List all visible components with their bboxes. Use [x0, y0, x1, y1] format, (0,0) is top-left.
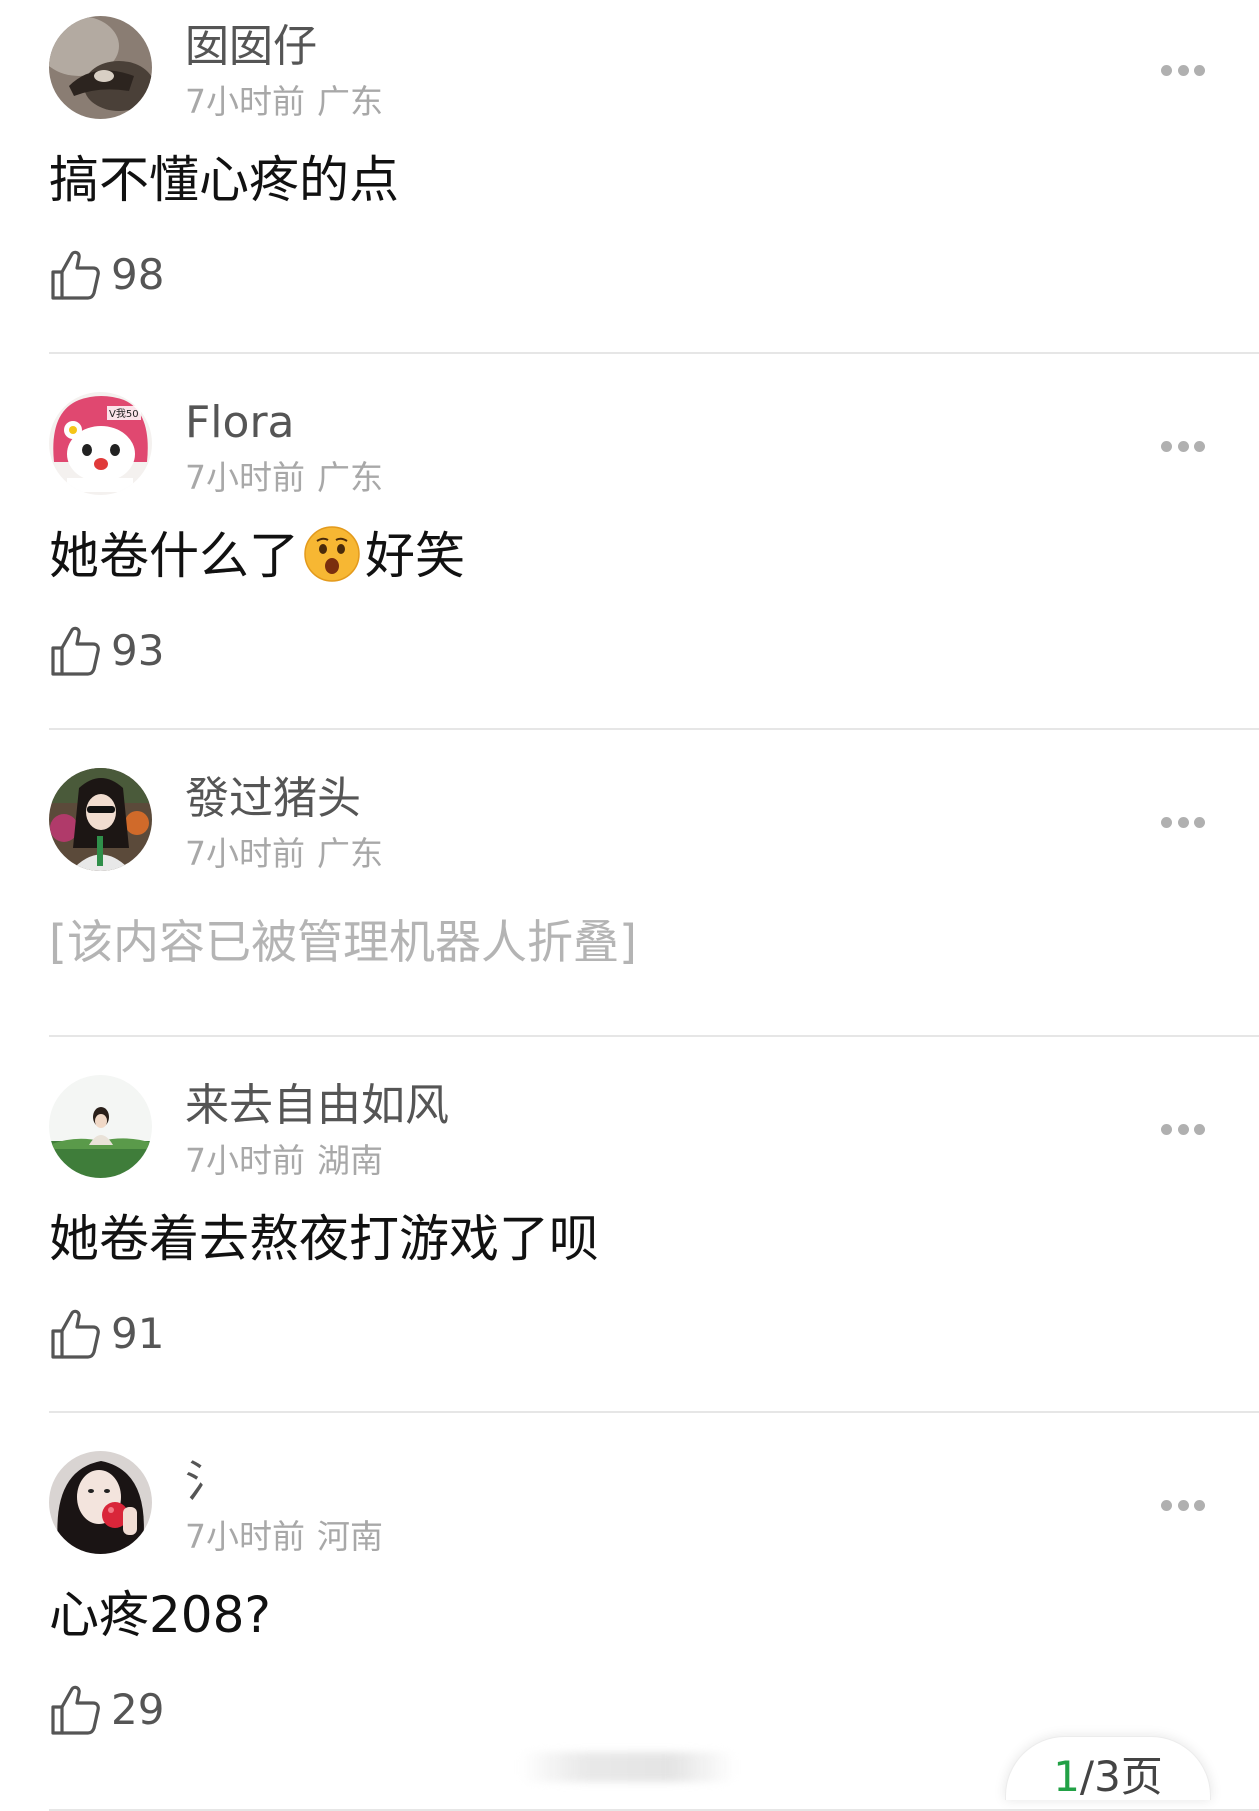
more-icon-dot — [1177, 64, 1189, 76]
comment-item: V我50 Flora 7小时前 广东 她卷什么了 好笑 93 — [0, 376, 1259, 752]
more-options-button[interactable] — [1145, 804, 1221, 840]
location: 河南 — [317, 1517, 383, 1556]
timestamp: 7小时前 — [185, 1141, 305, 1180]
avatar-badge-text: V我50 — [109, 408, 139, 420]
comment-text: 搞不懂心疼的点 — [49, 151, 399, 209]
avatar[interactable] — [49, 768, 152, 871]
location: 广东 — [317, 82, 383, 121]
divider — [49, 1035, 1259, 1037]
like-button[interactable]: 93 — [49, 622, 164, 680]
more-icon — [1161, 64, 1172, 76]
more-icon — [1161, 816, 1172, 828]
more-icon — [1161, 1499, 1172, 1511]
comment-text-part: 她卷什么了 — [49, 527, 299, 585]
username[interactable]: 囡囡仔 — [185, 18, 317, 76]
more-icon-dot — [1177, 816, 1189, 828]
thumbs-up-icon — [51, 1309, 100, 1359]
current-page: 1 — [1053, 1752, 1080, 1800]
location: 广东 — [317, 458, 383, 497]
comment-text: 她卷着去熬夜打游戏了呗 — [49, 1210, 599, 1268]
avatar[interactable] — [49, 1451, 152, 1554]
location: 广东 — [317, 834, 383, 873]
more-options-button[interactable] — [1145, 428, 1221, 464]
more-icon-dot — [1194, 1123, 1205, 1135]
comment-meta: 7小时前 湖南 — [185, 1139, 383, 1183]
divider — [49, 728, 1259, 730]
thumbs-up-icon — [51, 250, 100, 300]
scroll-indicator — [520, 1752, 735, 1782]
comment-list: 囡囡仔 7小时前 广东 搞不懂心疼的点 98 V我50 Flora 7小时前 广… — [0, 0, 1259, 1811]
avatar-photo-dark-icon — [49, 16, 152, 119]
like-button[interactable]: 98 — [49, 246, 164, 304]
page-indicator-button[interactable]: 1/3页 — [1005, 1736, 1211, 1800]
like-count: 91 — [111, 1309, 165, 1358]
comment-item: 来去自由如风 7小时前 湖南 她卷着去熬夜打游戏了呗 91 — [0, 1059, 1259, 1435]
like-count: 98 — [111, 250, 165, 299]
more-options-button[interactable] — [1145, 1487, 1221, 1523]
avatar-grass-girl-icon — [49, 1075, 152, 1178]
like-button[interactable]: 91 — [49, 1305, 164, 1363]
avatar[interactable]: V我50 — [49, 392, 152, 495]
username[interactable]: 發过猪头 — [185, 770, 361, 828]
timestamp: 7小时前 — [185, 834, 305, 873]
divider — [49, 1411, 1259, 1413]
more-icon — [1161, 1123, 1172, 1135]
divider — [49, 352, 1259, 354]
avatar-my-melody-icon: V我50 — [49, 392, 152, 495]
like-button[interactable]: 29 — [49, 1681, 164, 1739]
thumbs-up-icon — [51, 626, 100, 676]
more-icon-dot — [1177, 440, 1189, 452]
comment-item: 囡囡仔 7小时前 广东 搞不懂心疼的点 98 — [0, 0, 1259, 376]
more-icon-dot — [1194, 440, 1205, 452]
like-count: 93 — [111, 626, 165, 675]
more-icon — [1161, 440, 1172, 452]
avatar-apple-girl-icon — [49, 1451, 152, 1554]
comment-meta: 7小时前 广东 — [185, 832, 383, 876]
more-icon-dot — [1177, 1499, 1189, 1511]
username[interactable]: 来去自由如风 — [185, 1077, 449, 1135]
location: 湖南 — [317, 1141, 383, 1180]
more-icon-dot — [1194, 816, 1205, 828]
comment-meta: 7小时前 广东 — [185, 80, 383, 124]
comment-text-part: 好笑 — [365, 527, 465, 585]
comment-text: 她卷什么了 好笑 — [49, 521, 465, 591]
more-icon-dot — [1177, 1123, 1189, 1135]
timestamp: 7小时前 — [185, 82, 305, 121]
timestamp: 7小时前 — [185, 1517, 305, 1556]
folded-comment-notice[interactable]: [该内容已被管理机器人折叠] — [49, 907, 637, 977]
more-icon-dot — [1194, 64, 1205, 76]
comment-text: 心疼208? — [49, 1586, 271, 1644]
comment-meta: 7小时前 广东 — [185, 456, 383, 500]
avatar[interactable] — [49, 1075, 152, 1178]
timestamp: 7小时前 — [185, 458, 305, 497]
shocked-face-emoji-icon — [304, 526, 360, 582]
comment-item: 發过猪头 7小时前 广东 [该内容已被管理机器人折叠] — [0, 752, 1259, 1059]
more-options-button[interactable] — [1145, 1111, 1221, 1147]
more-icon-dot — [1194, 1499, 1205, 1511]
thumbs-up-icon — [51, 1685, 100, 1735]
more-options-button[interactable] — [1145, 52, 1221, 88]
like-count: 29 — [111, 1685, 165, 1734]
total-pages: /3页 — [1079, 1752, 1163, 1800]
avatar-portrait-girl-icon — [49, 768, 152, 871]
comment-meta: 7小时前 河南 — [185, 1515, 383, 1559]
username[interactable]: 氵 — [185, 1453, 229, 1511]
username[interactable]: Flora — [185, 394, 295, 452]
avatar[interactable] — [49, 16, 152, 119]
